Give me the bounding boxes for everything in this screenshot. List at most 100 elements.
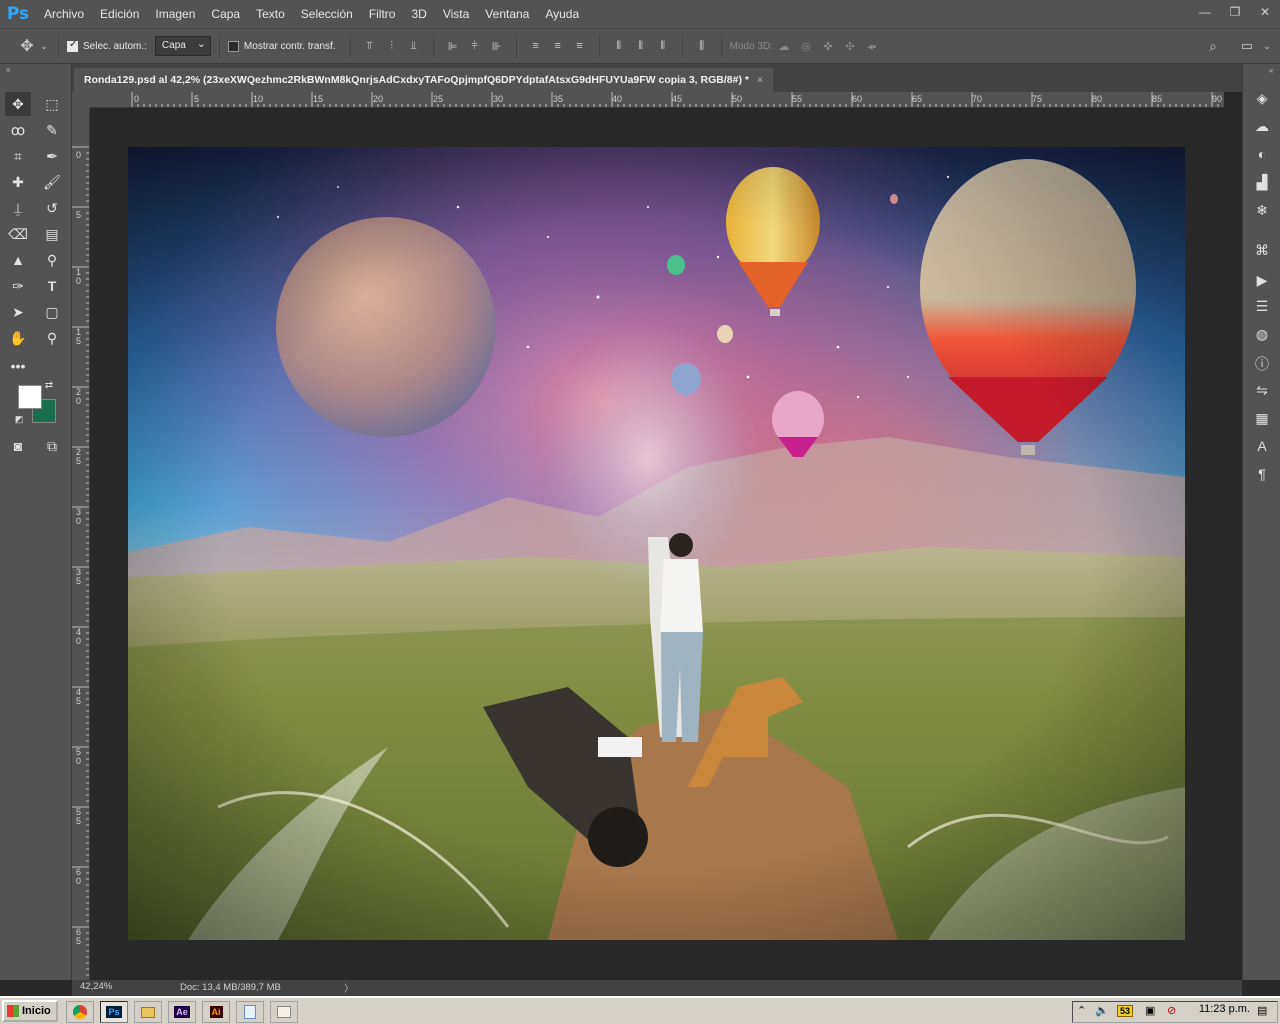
crop-tool-icon[interactable]: ⌗ — [5, 144, 31, 168]
pan-3d-icon[interactable]: ✜ — [817, 35, 839, 57]
orbit-3d-icon[interactable]: ☁ — [773, 35, 795, 57]
gradient-tool-icon[interactable]: ▤ — [39, 222, 65, 246]
ruler-origin[interactable] — [72, 92, 90, 108]
align-vcenter-icon[interactable]: ⫶ — [381, 35, 403, 57]
auto-align-icon[interactable]: ⫼ — [691, 35, 713, 57]
close-window-button[interactable]: ✕ — [1250, 0, 1280, 24]
shape-tool-icon[interactable]: ▢ — [39, 300, 65, 324]
notepad-icon[interactable] — [236, 1001, 264, 1023]
start-button[interactable]: Inicio — [2, 1000, 58, 1022]
status-menu-arrow-icon[interactable]: 〉 — [344, 981, 354, 995]
minimize-button[interactable]: — — [1190, 0, 1220, 24]
hand-tool-icon[interactable]: ✋ — [5, 326, 31, 350]
align-right-icon[interactable]: ⊪ — [486, 35, 508, 57]
aftereffects-taskbar-button[interactable]: Ae — [168, 1001, 196, 1023]
channels-icon[interactable]: ◍ — [1252, 324, 1272, 344]
libraries-icon[interactable]: ☁ — [1252, 116, 1272, 136]
folder-icon[interactable] — [134, 1001, 162, 1023]
foreground-color-swatch[interactable] — [18, 385, 42, 409]
scale-3d-icon[interactable]: ◂▪ — [861, 35, 883, 57]
distribute-left-icon[interactable]: ⦀ — [608, 35, 630, 57]
move-tool-icon[interactable]: ✥ — [5, 92, 31, 116]
tool-preset-chevron-icon[interactable]: ⌄ — [38, 35, 50, 57]
menu-ventana[interactable]: Ventana — [477, 0, 537, 28]
align-hcenter-icon[interactable]: ⫩ — [464, 35, 486, 57]
move-tool-icon[interactable]: ✥ — [16, 35, 38, 57]
dodge-tool-icon[interactable]: ⚲ — [39, 248, 65, 272]
slide-3d-icon[interactable]: ✣ — [839, 35, 861, 57]
menu-filtro[interactable]: Filtro — [361, 0, 404, 28]
brush-tool-icon[interactable]: 🖌 — [39, 170, 65, 194]
show-transform-checkbox[interactable] — [227, 40, 239, 52]
adjustments-icon[interactable]: ◐ — [1252, 144, 1272, 164]
type-tool-icon[interactable]: T — [39, 274, 65, 298]
navigator-icon[interactable]: ❄ — [1252, 200, 1272, 220]
illustrator-taskbar-button[interactable]: Ai — [202, 1001, 230, 1023]
distribute-top-icon[interactable]: ≡ — [525, 35, 547, 57]
ruler-vertical[interactable]: 0 5 1 0 1 5 2 0 2 5 3 0 3 5 4 0 4 5 5 0 … — [72, 108, 90, 980]
history-brush-tool-icon[interactable]: ↺ — [39, 196, 65, 220]
workspace-icon[interactable]: ▭ — [1236, 35, 1258, 57]
marquee-tool-icon[interactable]: ⬚ — [39, 92, 65, 116]
menu-seleccion[interactable]: Selección — [293, 0, 361, 28]
more-tools-icon[interactable]: ••• — [5, 354, 31, 378]
zoom-tool-icon[interactable]: ⚲ — [39, 326, 65, 350]
show-hidden-icons-icon[interactable]: ⌃ — [1077, 1004, 1086, 1017]
quick-select-tool-icon[interactable]: ✎ — [39, 118, 65, 142]
workspace-chevron-icon[interactable]: ⌄ — [1256, 35, 1278, 57]
clone-stamp-tool-icon[interactable]: ⍊ — [5, 196, 31, 220]
menu-edicion[interactable]: Edición — [92, 0, 147, 28]
properties-icon[interactable]: ⇋ — [1252, 380, 1272, 400]
ruler-horizontal[interactable]: 0 5 10 15 20 25 30 35 40 45 50 55 60 65 … — [90, 92, 1224, 108]
screen-mode-icon[interactable]: ⧉ — [39, 434, 65, 458]
photoshop-taskbar-button[interactable]: Ps — [100, 1001, 128, 1023]
distribute-bottom-icon[interactable]: ≡ — [569, 35, 591, 57]
zoom-level[interactable]: 42,24% — [80, 981, 112, 992]
menu-vista[interactable]: Vista — [435, 0, 477, 28]
healing-brush-tool-icon[interactable]: ✚ — [5, 170, 31, 194]
paragraph-icon[interactable]: ¶ — [1252, 464, 1272, 484]
auto-select-checkbox[interactable] — [67, 39, 78, 52]
swap-colors-icon[interactable]: ⇄ — [42, 378, 56, 392]
menu-texto[interactable]: Texto — [248, 0, 293, 28]
close-tab-icon[interactable]: × — [757, 74, 763, 86]
default-colors-icon[interactable]: ◩ — [12, 412, 26, 426]
menu-capa[interactable]: Capa — [203, 0, 248, 28]
menu-ayuda[interactable]: Ayuda — [537, 0, 587, 28]
search-icon[interactable]: ⌕ — [1202, 35, 1224, 57]
expand-panels-icon[interactable]: « — [1269, 66, 1273, 75]
lasso-tool-icon[interactable]: ꝏ — [5, 118, 31, 142]
roll-3d-icon[interactable]: ◎ — [795, 35, 817, 57]
distribute-vcenter-icon[interactable]: ≡ — [547, 35, 569, 57]
distribute-right-icon[interactable]: ⦀ — [652, 35, 674, 57]
paint-icon[interactable] — [270, 1001, 298, 1023]
restore-button[interactable]: ❐ — [1220, 0, 1250, 24]
align-bottom-icon[interactable]: ⫫ — [403, 35, 425, 57]
blur-tool-icon[interactable]: ▲ — [5, 248, 31, 272]
align-top-icon[interactable]: ⫪ — [359, 35, 381, 57]
character-icon[interactable]: A — [1252, 436, 1272, 456]
actions-icon[interactable]: ▶ — [1252, 270, 1272, 290]
menu-3d[interactable]: 3D — [403, 0, 434, 28]
auto-select-dropdown[interactable]: Capa — [154, 35, 211, 56]
layers-icon[interactable]: ◈ — [1252, 88, 1272, 108]
tray-extra-icon[interactable]: ▤ — [1257, 1004, 1267, 1017]
quick-mask-icon[interactable]: ◙ — [5, 434, 31, 458]
volume-icon[interactable]: 🔈 — [1095, 1004, 1109, 1017]
histogram-icon[interactable]: ▟ — [1252, 172, 1272, 192]
tray-badge[interactable]: 53 — [1117, 1005, 1134, 1017]
eyedropper-tool-icon[interactable]: ✒ — [39, 144, 65, 168]
clock[interactable]: 11:23 p.m. — [1199, 1003, 1250, 1015]
info-icon[interactable]: ⓘ — [1252, 354, 1272, 374]
distribute-hcenter-icon[interactable]: ⦀ — [630, 35, 652, 57]
paths-icon[interactable]: ⌘ — [1252, 240, 1272, 260]
menu-archivo[interactable]: Archivo — [36, 0, 92, 28]
align-left-icon[interactable]: ⊫ — [442, 35, 464, 57]
document-tab[interactable]: Ronda129.psd al 42,2% (23xeXWQezhmc2RkBW… — [74, 68, 774, 92]
security-alert-icon[interactable]: ⊘ — [1167, 1004, 1176, 1017]
eraser-tool-icon[interactable]: ⌫ — [5, 222, 31, 246]
collapse-tools-icon[interactable]: « — [0, 64, 71, 76]
chrome-icon[interactable] — [66, 1001, 94, 1023]
document-canvas[interactable] — [128, 147, 1185, 940]
pen-tool-icon[interactable]: ✑ — [5, 274, 31, 298]
